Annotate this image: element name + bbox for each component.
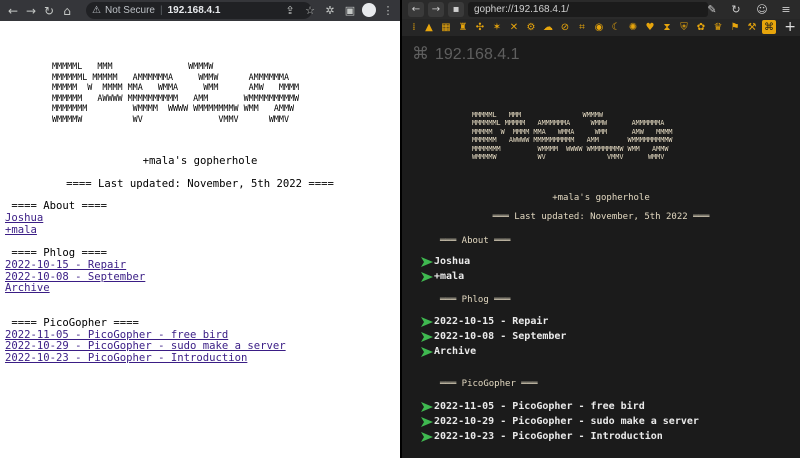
link-label: 2022-11-05 - PicoGopher - free bird: [434, 401, 645, 412]
gopherhole-title: +mala's gopherhole: [142, 155, 258, 167]
ascii-art-logo: MMMMML MMM WMMMW MMMMMML MMMMM AMMMMMMA …: [52, 61, 300, 124]
back-icon[interactable]: ←: [408, 2, 424, 17]
link-pico-intro[interactable]: 2022-10-23 - PicoGopher - Introduction: [5, 352, 247, 365]
forward-icon[interactable]: →: [22, 2, 40, 20]
menu-icon[interactable]: ≡: [778, 2, 794, 17]
link-label: Archive: [434, 346, 477, 357]
link-joshua[interactable]: Joshua: [420, 256, 470, 267]
heart-icon[interactable]: ♥: [643, 20, 657, 34]
command-icon[interactable]: ⌘: [762, 20, 776, 34]
link-label: 2022-10-23 - PicoGopher - Introduction: [434, 431, 663, 442]
link-arrow-icon: [421, 431, 433, 442]
extensions-icon[interactable]: ✲: [322, 2, 338, 18]
link-archive[interactable]: Archive: [420, 346, 476, 357]
bookmark-sep-icon: ⁞: [412, 21, 416, 33]
link-arrow-icon: [421, 271, 433, 282]
link-pico-sudo[interactable]: 2022-10-29 - PicoGopher - sudo make a se…: [5, 340, 286, 353]
cancel-icon[interactable]: ⊘: [558, 20, 572, 34]
hash-icon[interactable]: ⌗: [575, 20, 589, 34]
link-arrow-icon: [421, 316, 433, 327]
star-icon[interactable]: ✶: [490, 20, 504, 34]
gopherhole-title: +mala's gopherhole: [552, 193, 650, 203]
link-arrow-icon: [421, 331, 433, 342]
trophy-icon[interactable]: ♛: [711, 20, 725, 34]
security-label: Not Secure: [104, 5, 155, 16]
gopher-address-bar[interactable]: gopher://192.168.4.1/: [468, 2, 708, 17]
gear-icon[interactable]: ⚙: [524, 20, 538, 34]
warning-icon: ⚠: [92, 5, 101, 16]
address-bar[interactable]: ⚠ Not Secure | 192.168.4.1: [86, 2, 312, 19]
page-title: ⌘ 192.168.4.1: [412, 44, 520, 64]
sun-icon[interactable]: ✺: [626, 20, 640, 34]
reload-icon[interactable]: ↻: [728, 2, 744, 17]
forward-icon[interactable]: →: [428, 2, 444, 17]
home-icon[interactable]: ⌂: [58, 2, 76, 20]
link-label: +mala: [434, 271, 465, 282]
address-url: 192.168.4.1: [167, 5, 221, 16]
link-mala[interactable]: +mala: [420, 271, 464, 282]
link-pico-free-bird[interactable]: 2022-11-05 - PicoGopher - free bird: [420, 401, 645, 412]
link-arrow-icon: [421, 401, 433, 412]
link-label: Joshua: [434, 256, 471, 267]
tab-icon[interactable]: ▪: [448, 2, 464, 17]
link-pico-intro[interactable]: 2022-10-23 - PicoGopher - Introduction: [420, 431, 663, 442]
user-icon[interactable]: ☺: [754, 2, 770, 17]
link-archive[interactable]: Archive: [5, 282, 50, 295]
share-icon[interactable]: ⇪: [282, 2, 298, 18]
link-label: 2022-10-15 - Repair: [434, 316, 549, 327]
menu-icon[interactable]: ⋮: [380, 2, 396, 18]
sidepanel-icon[interactable]: ▣: [342, 2, 358, 18]
gopher-toolbar: ← → ▪ gopher://192.168.4.1/ ✎ ↻ ☺ ≡: [402, 0, 800, 19]
shield-icon[interactable]: ⛨: [677, 20, 691, 34]
link-arrow-icon: [421, 416, 433, 427]
cross-icon[interactable]: ✕: [507, 20, 521, 34]
link-phlog-repair[interactable]: 2022-10-15 - Repair: [420, 316, 548, 327]
ascii-art-logo: MMMMML MMM WMMMW MMMMMML MMMMM AMMMMMMA …: [472, 111, 673, 162]
page-content: MMMMML MMM WMMMW MMMMMML MMMMM AMMMMMMA …: [0, 21, 400, 458]
bookmark-bar: ⁞ ▲ ▦ ♜ ✣ ✶ ✕ ⚙ ☁ ⊘ ⌗ ◉ ☾ ✺ ♥ ⧗ ⛨ ✿ ♛ ⚑ …: [402, 19, 800, 36]
chrome-window: ← → ↻ ⌂ ⚠ Not Secure | 192.168.4.1 ⇪ ☆ ✲…: [0, 0, 400, 458]
link-phlog-repair[interactable]: 2022-10-15 - Repair: [5, 259, 126, 272]
warning-icon[interactable]: ▲: [422, 20, 436, 34]
link-label: 2022-10-29 - PicoGopher - sudo make a se…: [434, 416, 699, 427]
gopher-window: ← → ▪ gopher://192.168.4.1/ ✎ ↻ ☺ ≡ ⁞ ▲ …: [402, 0, 800, 458]
back-icon[interactable]: ←: [4, 2, 22, 20]
link-pico-sudo[interactable]: 2022-10-29 - PicoGopher - sudo make a se…: [420, 416, 699, 427]
picogopher-heading: ═══ PicoGopher ═══: [440, 379, 538, 389]
about-heading: ═══ About ═══: [440, 236, 511, 246]
badge-icon[interactable]: ◉: [592, 20, 606, 34]
pen-icon[interactable]: ✎: [704, 2, 720, 17]
reload-icon[interactable]: ↻: [40, 2, 58, 20]
bookmark-star-icon[interactable]: ☆: [302, 2, 318, 18]
chrome-toolbar: ← → ↻ ⌂ ⚠ Not Secure | 192.168.4.1 ⇪ ☆ ✲…: [0, 0, 400, 21]
avatar[interactable]: [362, 3, 376, 17]
link-label: 2022-10-08 - September: [434, 331, 567, 342]
page-title-text: 192.168.4.1: [435, 46, 520, 63]
flower-icon[interactable]: ✿: [694, 20, 708, 34]
about-heading: ==== About ====: [5, 200, 108, 212]
phlog-heading: ==== Phlog ====: [5, 247, 108, 259]
add-bookmark-icon[interactable]: +: [784, 19, 796, 35]
link-phlog-september[interactable]: 2022-10-08 - September: [420, 331, 566, 342]
flag-icon[interactable]: ⚑: [728, 20, 742, 34]
chrome-actions: ⇪ ☆ ✲ ▣ ⋮: [282, 2, 396, 18]
command-icon: ⌘: [412, 44, 429, 64]
phlog-heading: ═══ Phlog ═══: [440, 295, 511, 305]
link-joshua[interactable]: Joshua: [5, 212, 43, 225]
picogopher-heading: ==== PicoGopher ====: [5, 317, 139, 329]
link-arrow-icon: [421, 256, 433, 267]
hourglass-icon[interactable]: ⧗: [660, 20, 674, 34]
tools-icon[interactable]: ⚒: [745, 20, 759, 34]
moon-icon[interactable]: ☾: [609, 20, 623, 34]
link-arrow-icon: [421, 346, 433, 357]
last-updated: ==== Last updated: November, 5th 2022 ==…: [66, 178, 334, 190]
last-updated: ═══ Last updated: November, 5th 2022 ═══: [492, 212, 710, 222]
omnibox-separator: |: [160, 5, 163, 16]
puzzle-icon[interactable]: ✣: [473, 20, 487, 34]
castle-icon[interactable]: ♜: [456, 20, 470, 34]
link-mala[interactable]: +mala: [5, 224, 37, 237]
cloud-icon[interactable]: ☁: [541, 20, 555, 34]
map-icon[interactable]: ▦: [439, 20, 453, 34]
